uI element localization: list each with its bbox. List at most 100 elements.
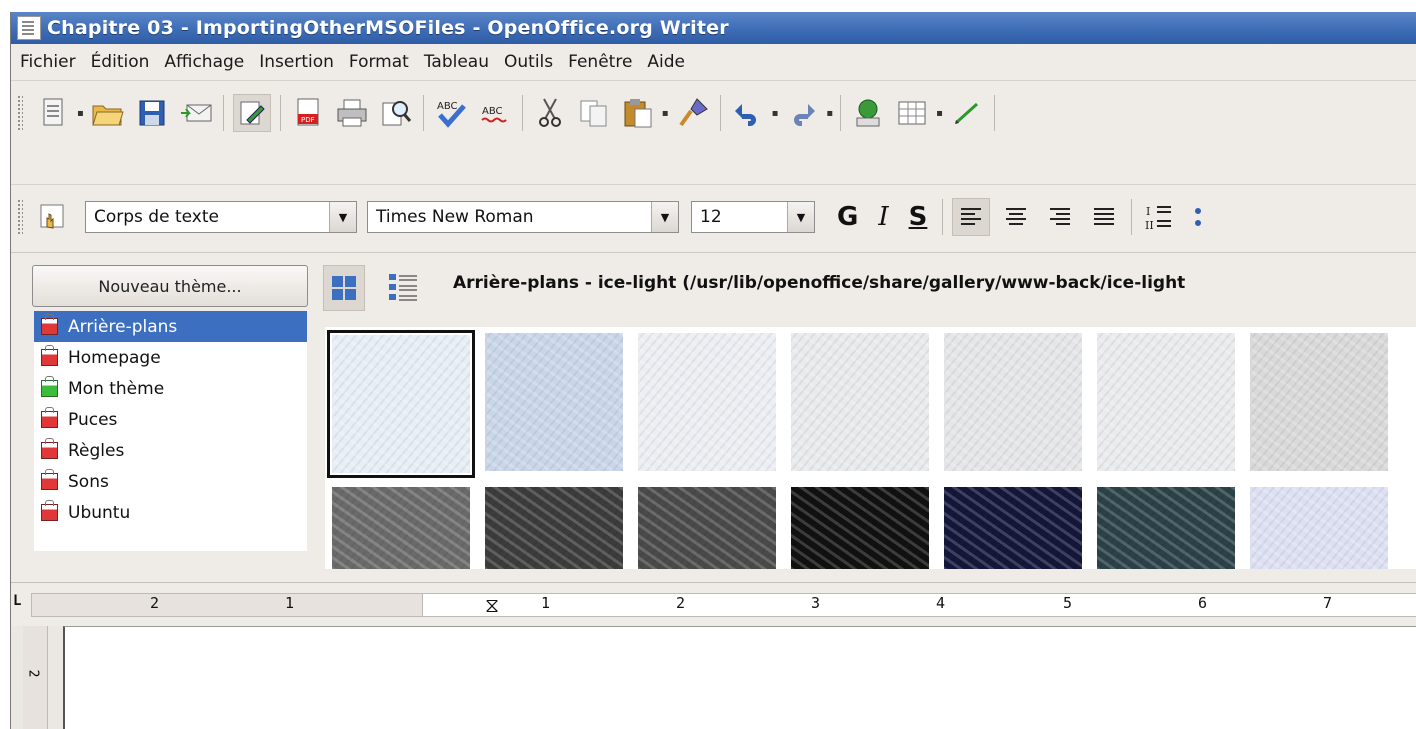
menu-outils[interactable]: Outils xyxy=(504,52,553,72)
theme-icon xyxy=(41,438,58,459)
theme-label: Sons xyxy=(68,471,109,492)
table-icon[interactable] xyxy=(894,95,930,131)
spellcheck-icon[interactable]: ABC xyxy=(433,95,469,131)
thumbnail[interactable] xyxy=(1250,487,1388,569)
chevron-down-icon[interactable]: ▼ xyxy=(787,202,814,232)
thumbnail[interactable] xyxy=(944,333,1082,471)
thumbnail-ice-light[interactable] xyxy=(327,330,475,478)
edit-mode-icon[interactable] xyxy=(232,94,271,132)
chevron-down-icon[interactable]: ▼ xyxy=(651,202,678,232)
thumbnail[interactable] xyxy=(944,487,1082,569)
theme-item-homepage[interactable]: Homepage xyxy=(34,342,307,373)
thumbnail[interactable] xyxy=(638,333,776,471)
undo-dropdown-icon[interactable]: ▪ xyxy=(772,108,779,119)
thumbnail[interactable] xyxy=(1097,333,1235,471)
new-theme-button[interactable]: Nouveau thème... xyxy=(32,265,308,307)
new-icon[interactable] xyxy=(35,95,71,131)
theme-item-mon-theme[interactable]: Mon thème xyxy=(34,373,307,404)
page-preview-icon[interactable] xyxy=(378,95,414,131)
font-name-value: Times New Roman xyxy=(376,207,534,227)
svg-text:PDF: PDF xyxy=(301,116,315,124)
copy-icon[interactable] xyxy=(576,95,612,131)
print-icon[interactable] xyxy=(334,95,370,131)
theme-item-ubuntu[interactable]: Ubuntu xyxy=(34,497,307,528)
redo-dropdown-icon[interactable]: ▪ xyxy=(826,108,833,119)
document-area: 2 xyxy=(11,626,1416,729)
align-right-icon[interactable] xyxy=(1042,199,1078,235)
paragraph-style-value: Corps de texte xyxy=(94,207,219,227)
menu-format[interactable]: Format xyxy=(349,52,409,72)
theme-icon xyxy=(41,376,58,397)
theme-item-arriere-plans[interactable]: Arrière-plans xyxy=(34,311,307,342)
open-folder-icon[interactable] xyxy=(90,95,126,131)
menu-aide[interactable]: Aide xyxy=(647,52,685,72)
gallery-thumbnails xyxy=(325,327,1416,569)
menu-affichage[interactable]: Affichage xyxy=(164,52,244,72)
cut-icon[interactable] xyxy=(532,95,568,131)
separator xyxy=(279,95,281,131)
shadow-button[interactable]: S xyxy=(909,202,928,232)
bold-button[interactable]: G xyxy=(837,202,858,232)
thumbnail[interactable] xyxy=(1097,487,1235,569)
redo-icon[interactable] xyxy=(784,95,820,131)
new-dropdown-icon[interactable]: ▪ xyxy=(77,108,84,119)
ruler-number: 1 xyxy=(285,594,295,612)
email-icon[interactable] xyxy=(178,95,214,131)
theme-icon xyxy=(41,345,58,366)
title-bar[interactable]: Chapitre 03 - ImportingOtherMSOFiles - O… xyxy=(11,12,1416,44)
clone-formatting-icon[interactable] xyxy=(675,95,711,131)
align-center-icon[interactable] xyxy=(998,199,1034,235)
undo-icon[interactable] xyxy=(730,95,766,131)
styles-formatting-icon[interactable] xyxy=(35,199,71,235)
font-size-combo[interactable]: 12 ▼ xyxy=(691,201,815,233)
numbering-icon[interactable]: I II xyxy=(1141,199,1177,235)
align-left-icon[interactable] xyxy=(952,198,991,236)
separator xyxy=(521,95,523,131)
chevron-down-icon[interactable]: ▼ xyxy=(329,202,356,232)
svg-text:I: I xyxy=(1146,205,1150,218)
menu-edition[interactable]: Édition xyxy=(91,52,150,72)
draw-functions-icon[interactable] xyxy=(949,95,985,131)
thumbnail[interactable] xyxy=(1250,333,1388,471)
table-dropdown-icon[interactable]: ▪ xyxy=(936,108,943,119)
italic-button[interactable]: I xyxy=(878,202,888,232)
svg-text:ABC: ABC xyxy=(482,106,503,117)
justify-icon[interactable] xyxy=(1086,199,1122,235)
menu-tableau[interactable]: Tableau xyxy=(424,52,489,72)
toolbar-grip[interactable] xyxy=(17,199,23,235)
tab-type-button[interactable]: L xyxy=(13,593,21,609)
thumbnail[interactable] xyxy=(332,487,470,569)
detail-view-button[interactable] xyxy=(383,265,423,309)
horizontal-ruler[interactable]: L 2 1 ⧖ 1 2 3 4 5 6 7 xyxy=(11,582,1416,625)
standard-toolbar: ▪ PDF ABC ABC ▪ ▪ ▪ ▪ xyxy=(11,80,1416,145)
theme-item-sons[interactable]: Sons xyxy=(34,466,307,497)
navigator-icon[interactable] xyxy=(850,95,886,131)
font-name-combo[interactable]: Times New Roman ▼ xyxy=(367,201,679,233)
vertical-ruler[interactable]: 2 xyxy=(23,626,48,729)
document-page[interactable] xyxy=(63,626,1416,729)
ruler-margin-area: 2 1 xyxy=(31,593,423,617)
thumbnail[interactable] xyxy=(791,487,929,569)
ruler-text-area: ⧖ 1 2 3 4 5 6 7 xyxy=(423,593,1416,617)
menu-insertion[interactable]: Insertion xyxy=(259,52,334,72)
indent-marker-icon[interactable]: ⧖ xyxy=(485,593,499,617)
bullets-icon[interactable] xyxy=(1185,199,1221,235)
theme-item-regles[interactable]: Règles xyxy=(34,435,307,466)
menu-fichier[interactable]: Fichier xyxy=(20,52,76,72)
icon-view-button[interactable] xyxy=(323,265,365,311)
toolbar-grip[interactable] xyxy=(17,95,23,131)
separator xyxy=(993,95,995,131)
thumbnail[interactable] xyxy=(485,487,623,569)
autospellcheck-icon[interactable]: ABC xyxy=(477,95,513,131)
thumbnail[interactable] xyxy=(485,333,623,471)
thumbnail[interactable] xyxy=(791,333,929,471)
export-pdf-icon[interactable]: PDF xyxy=(290,95,326,131)
save-icon[interactable] xyxy=(134,95,170,131)
paste-icon[interactable] xyxy=(620,95,656,131)
paragraph-style-combo[interactable]: Corps de texte ▼ xyxy=(85,201,357,233)
menu-fenetre[interactable]: Fenêtre xyxy=(568,52,632,72)
theme-item-puces[interactable]: Puces xyxy=(34,404,307,435)
thumbnail[interactable] xyxy=(638,487,776,569)
paste-dropdown-icon[interactable]: ▪ xyxy=(662,108,669,119)
writer-document-icon xyxy=(17,16,41,40)
